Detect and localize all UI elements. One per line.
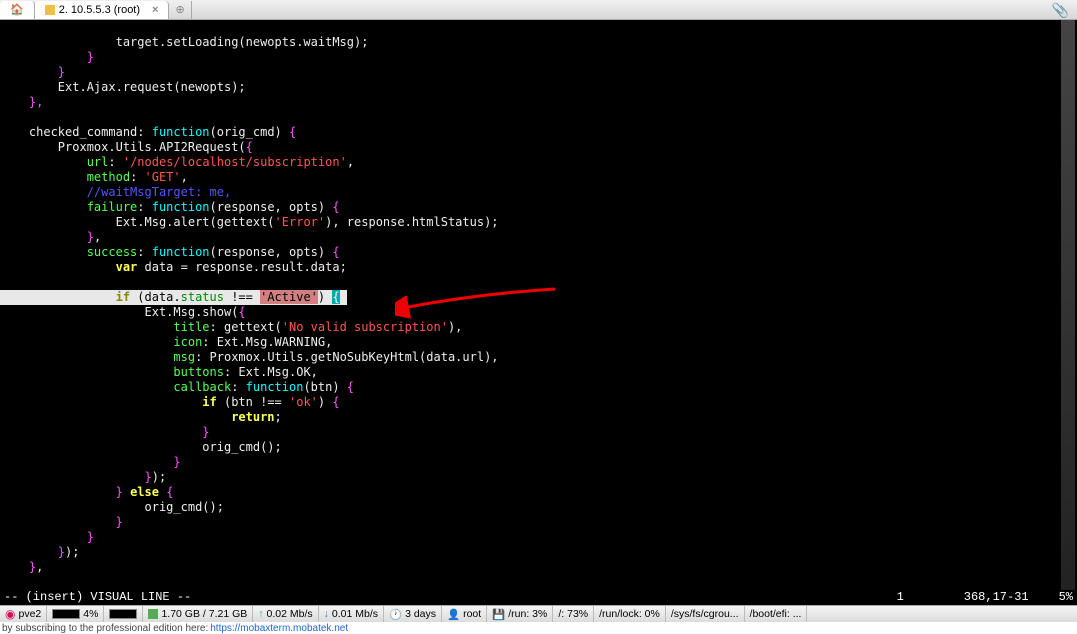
annotation-arrow (395, 284, 565, 324)
vim-position: 368,17-31 (964, 590, 1029, 605)
disk-efi: /boot/efi: ... (745, 606, 808, 622)
vim-count: 1 (897, 590, 904, 605)
bottom-toolbar: ◉pve2 4% 1.70 GB / 7.21 GB 0.02 Mb/s 0.0… (0, 605, 1077, 622)
close-tab-icon[interactable]: × (152, 4, 158, 16)
disk-cgroup: /sys/fs/cgrou... (666, 606, 745, 622)
debian-icon: ◉ (5, 607, 15, 621)
vim-mode: -- (insert) VISUAL LINE -- (4, 590, 191, 605)
cpu-usage: 4% (47, 606, 104, 622)
clock-icon (389, 608, 402, 621)
paperclip-icon[interactable]: 📎 (1052, 2, 1069, 19)
new-tab-button[interactable]: ⊕ (169, 1, 191, 19)
net-down: 0.01 Mb/s (319, 606, 384, 622)
cpu-bar-icon (52, 609, 80, 619)
user-icon (447, 608, 460, 621)
mem-usage: 1.70 GB / 7.21 GB (143, 606, 253, 622)
mem-bar-icon (109, 609, 137, 619)
memory-icon (148, 609, 158, 619)
uptime: 3 days (384, 606, 442, 622)
disk-root: /: 73% (553, 606, 594, 622)
download-icon (324, 608, 329, 620)
vim-percent: 5% (1059, 590, 1073, 605)
upload-icon (258, 608, 263, 620)
session-tab[interactable]: 2. 10.5.5.3 (root) × (35, 1, 170, 19)
highlighted-line: if (data.status !== 'Active') { (0, 290, 347, 305)
terminal-icon (45, 5, 55, 15)
user: root (442, 606, 487, 622)
home-tab[interactable] (0, 1, 35, 19)
disk-icon (492, 608, 505, 621)
tab-title: 2. 10.5.5.3 (root) (59, 4, 140, 16)
disk-run: /run: 3% (487, 606, 553, 622)
net-up: 0.02 Mb/s (253, 606, 318, 622)
footer-message: by subscribing to the professional editi… (0, 622, 1077, 634)
disk-lock: /run/lock: 0% (594, 606, 666, 622)
code-editor[interactable]: target.setLoading(newopts.waitMsg); } } … (0, 20, 1077, 590)
tab-bar: 2. 10.5.5.3 (root) × ⊕ 📎 (0, 0, 1077, 20)
home-icon (10, 3, 24, 16)
mem-graph (104, 606, 143, 622)
editor-scrollbar[interactable] (1061, 20, 1075, 590)
os-indicator: ◉pve2 (0, 606, 47, 622)
vim-status-line: -- (insert) VISUAL LINE -- 1 368,17-31 5… (0, 590, 1077, 605)
